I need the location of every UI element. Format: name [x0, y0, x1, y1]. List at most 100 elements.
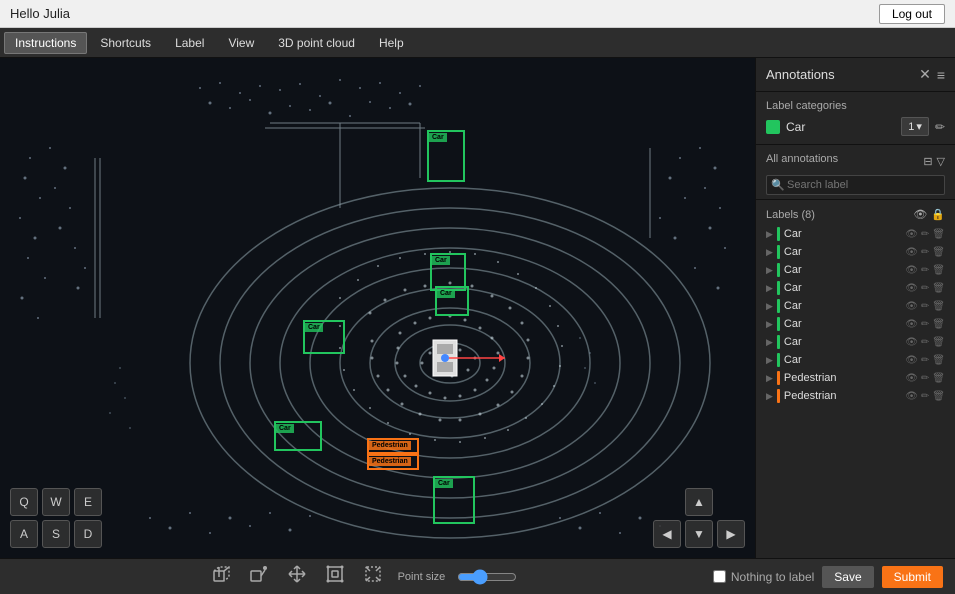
chevron-down-icon: ▾ — [916, 120, 922, 133]
panel-header: Annotations ✕ ≡ — [756, 58, 955, 92]
menu-view[interactable]: View — [217, 32, 265, 54]
eye-icon[interactable]: 👁 — [905, 373, 918, 384]
edit-action-icon[interactable]: ✏ — [921, 229, 929, 240]
delete-icon[interactable]: 🗑 — [932, 283, 945, 294]
delete-icon[interactable]: 🗑 — [932, 337, 945, 348]
label-actions: 👁 ✏ 🗑 — [905, 319, 945, 330]
nothing-to-label-wrapper: Nothing to label — [713, 570, 814, 584]
menu-help[interactable]: Help — [368, 32, 415, 54]
key-w[interactable]: W — [42, 488, 70, 516]
nothing-to-label-checkbox[interactable] — [713, 570, 726, 583]
delete-icon[interactable]: 🗑 — [932, 319, 945, 330]
key-a[interactable]: A — [10, 520, 38, 548]
label-row-car-5[interactable]: ▶ Car 👁 ✏ 🗑 — [756, 297, 955, 315]
edit-action-icon[interactable]: ✏ — [921, 319, 929, 330]
edit-icon[interactable]: ✏ — [935, 120, 945, 134]
edit-action-icon[interactable]: ✏ — [921, 391, 929, 402]
point-size-slider[interactable] — [457, 569, 517, 585]
delete-icon[interactable]: 🗑 — [932, 229, 945, 240]
eye-icon[interactable]: 👁 — [905, 265, 918, 276]
delete-icon[interactable]: 🗑 — [932, 265, 945, 276]
label-row-car-3[interactable]: ▶ Car 👁 ✏ 🗑 — [756, 261, 955, 279]
visibility-icon[interactable]: 👁 — [913, 208, 927, 221]
close-icon[interactable]: ✕ — [919, 66, 931, 83]
eye-icon[interactable]: 👁 — [905, 391, 918, 402]
nav-left-button[interactable]: ◀ — [653, 520, 681, 548]
filter-icon[interactable]: ⊟ — [923, 155, 932, 168]
label-row-pedestrian-2[interactable]: ▶ Pedestrian 👁 ✏ 🗑 — [756, 387, 955, 405]
eye-icon[interactable]: 👁 — [905, 283, 918, 294]
funnel-icon[interactable]: ▽ — [937, 155, 945, 168]
delete-icon[interactable]: 🗑 — [932, 391, 945, 402]
toolbar-center: Point size — [208, 561, 518, 592]
edit-action-icon[interactable]: ✏ — [921, 265, 929, 276]
nav-row-mid: ◀ ▼ ▶ — [653, 520, 745, 548]
label-row-car-4[interactable]: ▶ Car 👁 ✏ 🗑 — [756, 279, 955, 297]
search-label-input[interactable] — [766, 175, 945, 195]
canvas-area[interactable]: Car Car Car Car Car Pedestrian Pedestria… — [0, 58, 755, 558]
label-actions: 👁 ✏ 🗑 — [905, 283, 945, 294]
label-actions: 👁 ✏ 🗑 — [905, 373, 945, 384]
tool-move-button[interactable] — [284, 561, 310, 592]
tool-resize-button[interactable] — [322, 561, 348, 592]
label-row-car-1[interactable]: ▶ Car 👁 ✏ 🗑 — [756, 225, 955, 243]
label-row-car-2[interactable]: ▶ Car 👁 ✏ 🗑 — [756, 243, 955, 261]
label-actions: 👁 ✏ 🗑 — [905, 229, 945, 240]
eye-icon[interactable]: 👁 — [905, 229, 918, 240]
menu-3d-point-cloud[interactable]: 3D point cloud — [267, 32, 366, 54]
edit-action-icon[interactable]: ✏ — [921, 247, 929, 258]
key-q[interactable]: Q — [10, 488, 38, 516]
expand-icon: ▶ — [766, 337, 773, 348]
main-content: Car Car Car Car Car Pedestrian Pedestria… — [0, 58, 955, 558]
label-name: Car — [784, 336, 901, 348]
labels-list[interactable]: Labels (8) 👁 🔒 ▶ Car 👁 ✏ 🗑 ▶ — [756, 200, 955, 558]
label-categories: Label categories Car 1 ▾ ✏ — [756, 92, 955, 145]
edit-action-icon[interactable]: ✏ — [921, 355, 929, 366]
nav-down-button[interactable]: ▼ — [685, 520, 713, 548]
app-title: Hello Julia — [10, 6, 70, 21]
label-row-car-8[interactable]: ▶ Car 👁 ✏ 🗑 — [756, 351, 955, 369]
eye-icon[interactable]: 👁 — [905, 319, 918, 330]
expand-icon: ▶ — [766, 373, 773, 384]
list-icon[interactable]: ≡ — [937, 67, 945, 83]
tool-polygon-button[interactable] — [246, 561, 272, 592]
key-d[interactable]: D — [74, 520, 102, 548]
menu-label[interactable]: Label — [164, 32, 215, 54]
edit-action-icon[interactable]: ✏ — [921, 301, 929, 312]
delete-icon[interactable]: 🗑 — [932, 373, 945, 384]
edit-action-icon[interactable]: ✏ — [921, 337, 929, 348]
category-dropdown[interactable]: 1 ▾ — [901, 117, 929, 136]
nav-right-button[interactable]: ▶ — [717, 520, 745, 548]
all-annotations-label: All annotations — [766, 153, 838, 165]
eye-icon[interactable]: 👁 — [905, 337, 918, 348]
eye-icon[interactable]: 👁 — [905, 247, 918, 258]
eye-icon[interactable]: 👁 — [905, 301, 918, 312]
label-row-car-6[interactable]: ▶ Car 👁 ✏ 🗑 — [756, 315, 955, 333]
eye-icon[interactable]: 👁 — [905, 355, 918, 366]
delete-icon[interactable]: 🗑 — [932, 301, 945, 312]
tool-expand-button[interactable] — [360, 561, 386, 592]
nav-up-button[interactable]: ▲ — [685, 488, 713, 516]
submit-button[interactable]: Submit — [882, 566, 943, 588]
menu-instructions[interactable]: Instructions — [4, 32, 87, 54]
lock-icon[interactable]: 🔒 — [931, 208, 945, 221]
menu-shortcuts[interactable]: Shortcuts — [89, 32, 162, 54]
delete-icon[interactable]: 🗑 — [932, 247, 945, 258]
edit-action-icon[interactable]: ✏ — [921, 373, 929, 384]
bottom-toolbar: Point size Nothing to label Save Submit — [0, 558, 955, 594]
save-button[interactable]: Save — [822, 566, 873, 588]
tool-3d-box-button[interactable] — [208, 561, 234, 592]
logout-button[interactable]: Log out — [879, 4, 945, 24]
search-icon: 🔍 — [771, 179, 785, 192]
key-s[interactable]: S — [42, 520, 70, 548]
delete-icon[interactable]: 🗑 — [932, 355, 945, 366]
label-row-car-7[interactable]: ▶ Car 👁 ✏ 🗑 — [756, 333, 955, 351]
key-e[interactable]: E — [74, 488, 102, 516]
label-row-pedestrian-1[interactable]: ▶ Pedestrian 👁 ✏ 🗑 — [756, 369, 955, 387]
label-name: Car — [784, 354, 901, 366]
all-annotations: All annotations ⊟ ▽ 🔍 — [756, 145, 955, 200]
key-row-1: Q W E — [10, 488, 102, 516]
edit-action-icon[interactable]: ✏ — [921, 283, 929, 294]
label-color-indicator — [777, 371, 780, 385]
expand-icon: ▶ — [766, 229, 773, 240]
